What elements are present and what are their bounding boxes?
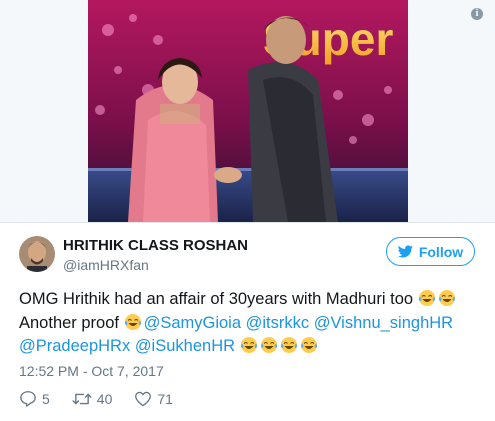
retweet-button[interactable]: 40 — [72, 390, 113, 407]
mention-link[interactable]: @iSukhenHR — [135, 337, 235, 355]
media-divider — [0, 222, 495, 223]
avatar[interactable] — [19, 236, 55, 272]
like-count: 71 — [157, 390, 173, 407]
tweet-media[interactable]: Super i — [0, 0, 495, 222]
mention-link[interactable]: @PradeepHRx — [19, 337, 130, 355]
tweet-text: OMG Hrithik had an affair of 30years wit… — [19, 288, 479, 359]
tweet-timestamp[interactable]: 12:52 PM - Oct 7, 2017 — [19, 363, 164, 379]
tweet-actions: 5 40 71 — [19, 390, 195, 407]
tears-of-joy-emoji — [418, 290, 435, 306]
tears-of-joy-emoji — [280, 337, 297, 353]
follow-label: Follow — [418, 243, 464, 260]
author-handle[interactable]: @iamHRXfan — [63, 257, 149, 273]
tweet-text-line2: Another proof — [19, 313, 124, 332]
mention-link[interactable]: @itsrkkc — [246, 314, 310, 332]
tears-of-joy-emoji — [260, 337, 277, 353]
author-display-name[interactable]: HRITHIK CLASS ROSHAN — [63, 237, 248, 254]
tweet-text-line1: OMG Hrithik had an affair of 30years wit… — [19, 290, 418, 308]
tears-of-joy-emoji — [438, 290, 455, 306]
retweet-count: 40 — [96, 390, 113, 407]
follow-button[interactable]: Follow — [386, 237, 475, 266]
reply-button[interactable]: 5 — [19, 390, 50, 407]
like-button[interactable]: 71 — [134, 391, 173, 407]
reply-icon — [19, 390, 37, 407]
mention-link[interactable]: @SamyGioia — [144, 314, 241, 332]
reply-count: 5 — [42, 390, 50, 407]
twitter-bird-icon — [397, 245, 413, 258]
tears-of-joy-emoji — [124, 313, 141, 330]
info-icon[interactable]: i — [471, 8, 483, 20]
retweet-icon — [72, 391, 92, 407]
mention-link[interactable]: @Vishnu_singhHR — [314, 314, 453, 332]
like-icon — [134, 391, 152, 407]
tears-of-joy-emoji — [240, 337, 257, 353]
tears-of-joy-emoji — [300, 337, 317, 353]
tweet-photo[interactable]: Super — [88, 0, 408, 222]
